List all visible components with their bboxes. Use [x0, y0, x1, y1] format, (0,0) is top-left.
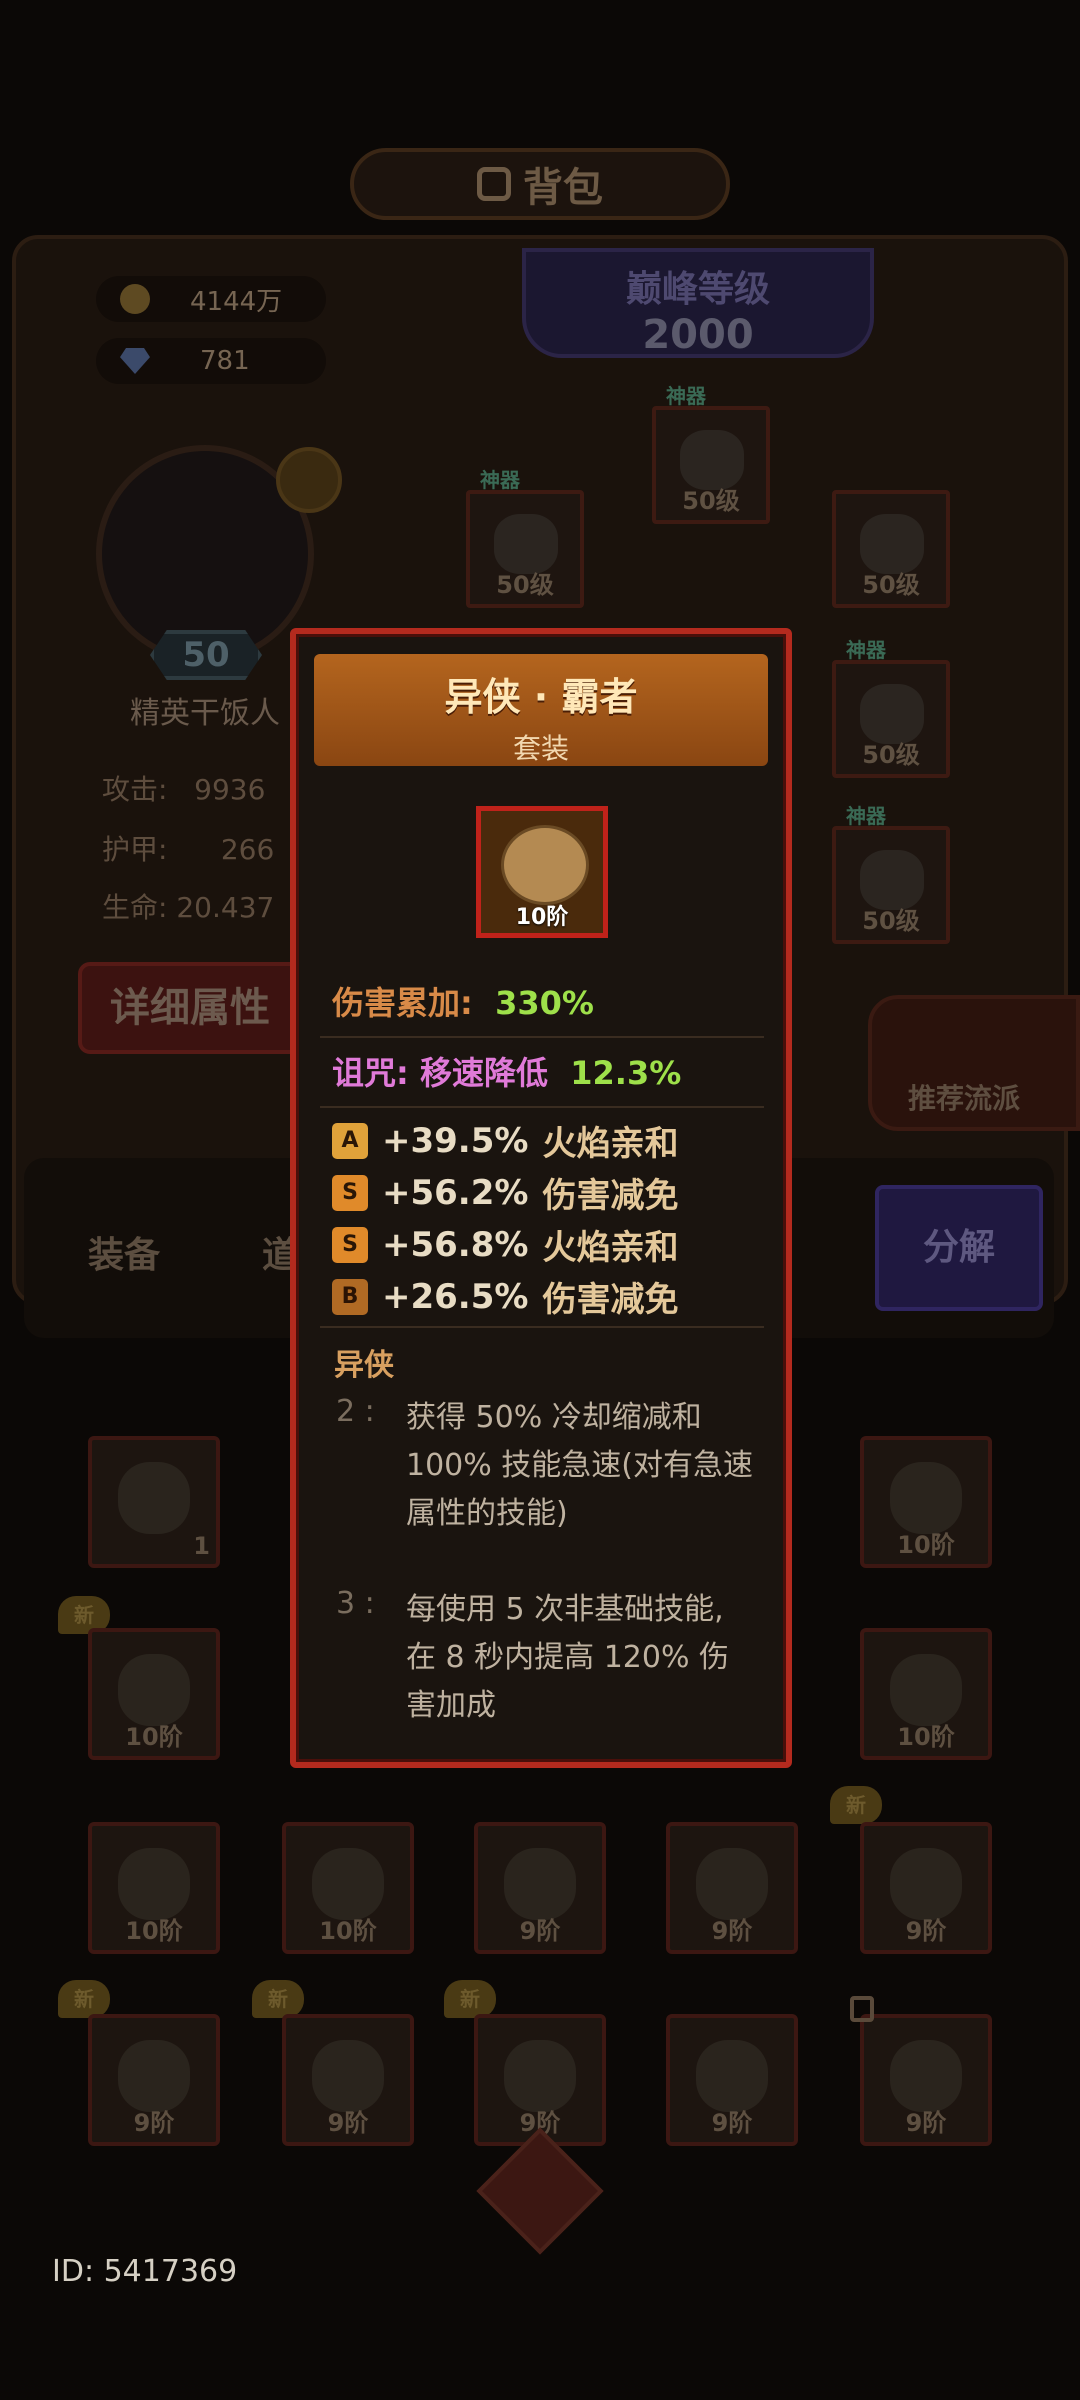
equip-slot[interactable]: 神器 50级	[652, 384, 770, 524]
inventory-item[interactable]: 9阶	[666, 2014, 798, 2146]
grade-badge: B	[332, 1278, 368, 1315]
item-header: 异侠 · 霸者 套装	[314, 654, 768, 766]
coin-item-icon: 10阶	[476, 806, 608, 938]
peak-level-banner: 巅峰等级 2000	[522, 248, 874, 358]
damage-row: 伤害累加: 330%	[332, 984, 594, 1022]
gem-counter: 781	[96, 338, 326, 384]
inventory-item[interactable]: 1	[88, 1436, 220, 1568]
inventory-item[interactable]: 9阶	[474, 2014, 606, 2146]
gold-coin-icon	[120, 284, 150, 314]
equip-slot[interactable]: 神器 50级	[466, 468, 584, 608]
grade-badge: S	[332, 1226, 368, 1263]
stat-health: 生命: 20.437	[102, 891, 275, 924]
item-level: 10阶	[515, 905, 569, 930]
inventory-item[interactable]: 9阶	[88, 2014, 220, 2146]
stat-attack: 攻击: 9936	[102, 773, 266, 806]
recommend-build-button[interactable]: 推荐流派	[868, 995, 1080, 1131]
gem-icon	[120, 348, 150, 374]
lock-icon	[850, 1996, 874, 2022]
player-level: 50	[150, 630, 262, 680]
affix-row: A +39.5% 火焰亲和	[332, 1116, 678, 1165]
affix-row: S +56.2% 伤害减免	[332, 1168, 678, 1217]
player-name: 精英干饭人	[130, 696, 280, 731]
inventory-item[interactable]: 9阶	[666, 1822, 798, 1954]
gem-value: 781	[200, 346, 250, 376]
grade-badge: S	[332, 1174, 368, 1211]
player-id: ID: 5417369	[52, 2254, 238, 2289]
backpack-icon	[477, 167, 511, 201]
close-icon[interactable]	[476, 2127, 604, 2255]
title-bar: 背包	[350, 148, 730, 220]
page-title: 背包	[523, 165, 603, 211]
equip-slot[interactable]: 50级	[832, 490, 950, 608]
inventory-item[interactable]: 10阶	[282, 1822, 414, 1954]
item-tooltip: 异侠 · 霸者 套装 10阶 伤害累加: 330% 诅咒: 移速降低 12.3%…	[290, 628, 792, 1768]
new-badge: 新	[830, 1786, 882, 1824]
split-button[interactable]: 分解	[875, 1185, 1043, 1311]
equip-slot[interactable]: 神器 50级	[832, 638, 950, 778]
gold-counter: 4144万	[96, 276, 326, 322]
inventory-item[interactable]: 10阶	[860, 1628, 992, 1760]
curse-row: 诅咒: 移速降低 12.3%	[332, 1054, 682, 1092]
grade-badge: A	[332, 1122, 368, 1159]
inventory-item[interactable]: 9阶	[860, 1822, 992, 1954]
new-badge: 新	[58, 1980, 110, 2018]
inventory-item[interactable]: 9阶	[474, 1822, 606, 1954]
inventory-item[interactable]: 10阶	[88, 1628, 220, 1760]
inventory-item[interactable]: 10阶	[88, 1822, 220, 1954]
divider	[320, 1036, 764, 1038]
new-badge: 新	[252, 1980, 304, 2018]
divider	[320, 1326, 764, 1328]
inventory-item[interactable]: 9阶	[282, 2014, 414, 2146]
refresh-icon[interactable]	[276, 447, 342, 513]
affix-row: B +26.5% 伤害减免	[332, 1272, 678, 1321]
peak-level-label: 巅峰等级	[625, 269, 770, 310]
gold-value: 4144万	[190, 286, 283, 317]
tab-equipment[interactable]: 装备	[88, 1226, 160, 1278]
divider	[320, 1106, 764, 1108]
peak-level-value: 2000	[642, 312, 754, 358]
equip-slot[interactable]: 神器 50级	[832, 804, 950, 944]
item-name: 异侠 · 霸者	[444, 675, 638, 719]
new-badge: 新	[444, 1980, 496, 2018]
affix-row: S +56.8% 火焰亲和	[332, 1220, 678, 1269]
inventory-item[interactable]: 9阶	[860, 2014, 992, 2146]
inventory-item[interactable]: 10阶	[860, 1436, 992, 1568]
set-title: 异侠	[334, 1348, 394, 1383]
stat-armor: 护甲: 266	[102, 833, 275, 866]
item-type: 套装	[512, 732, 569, 765]
